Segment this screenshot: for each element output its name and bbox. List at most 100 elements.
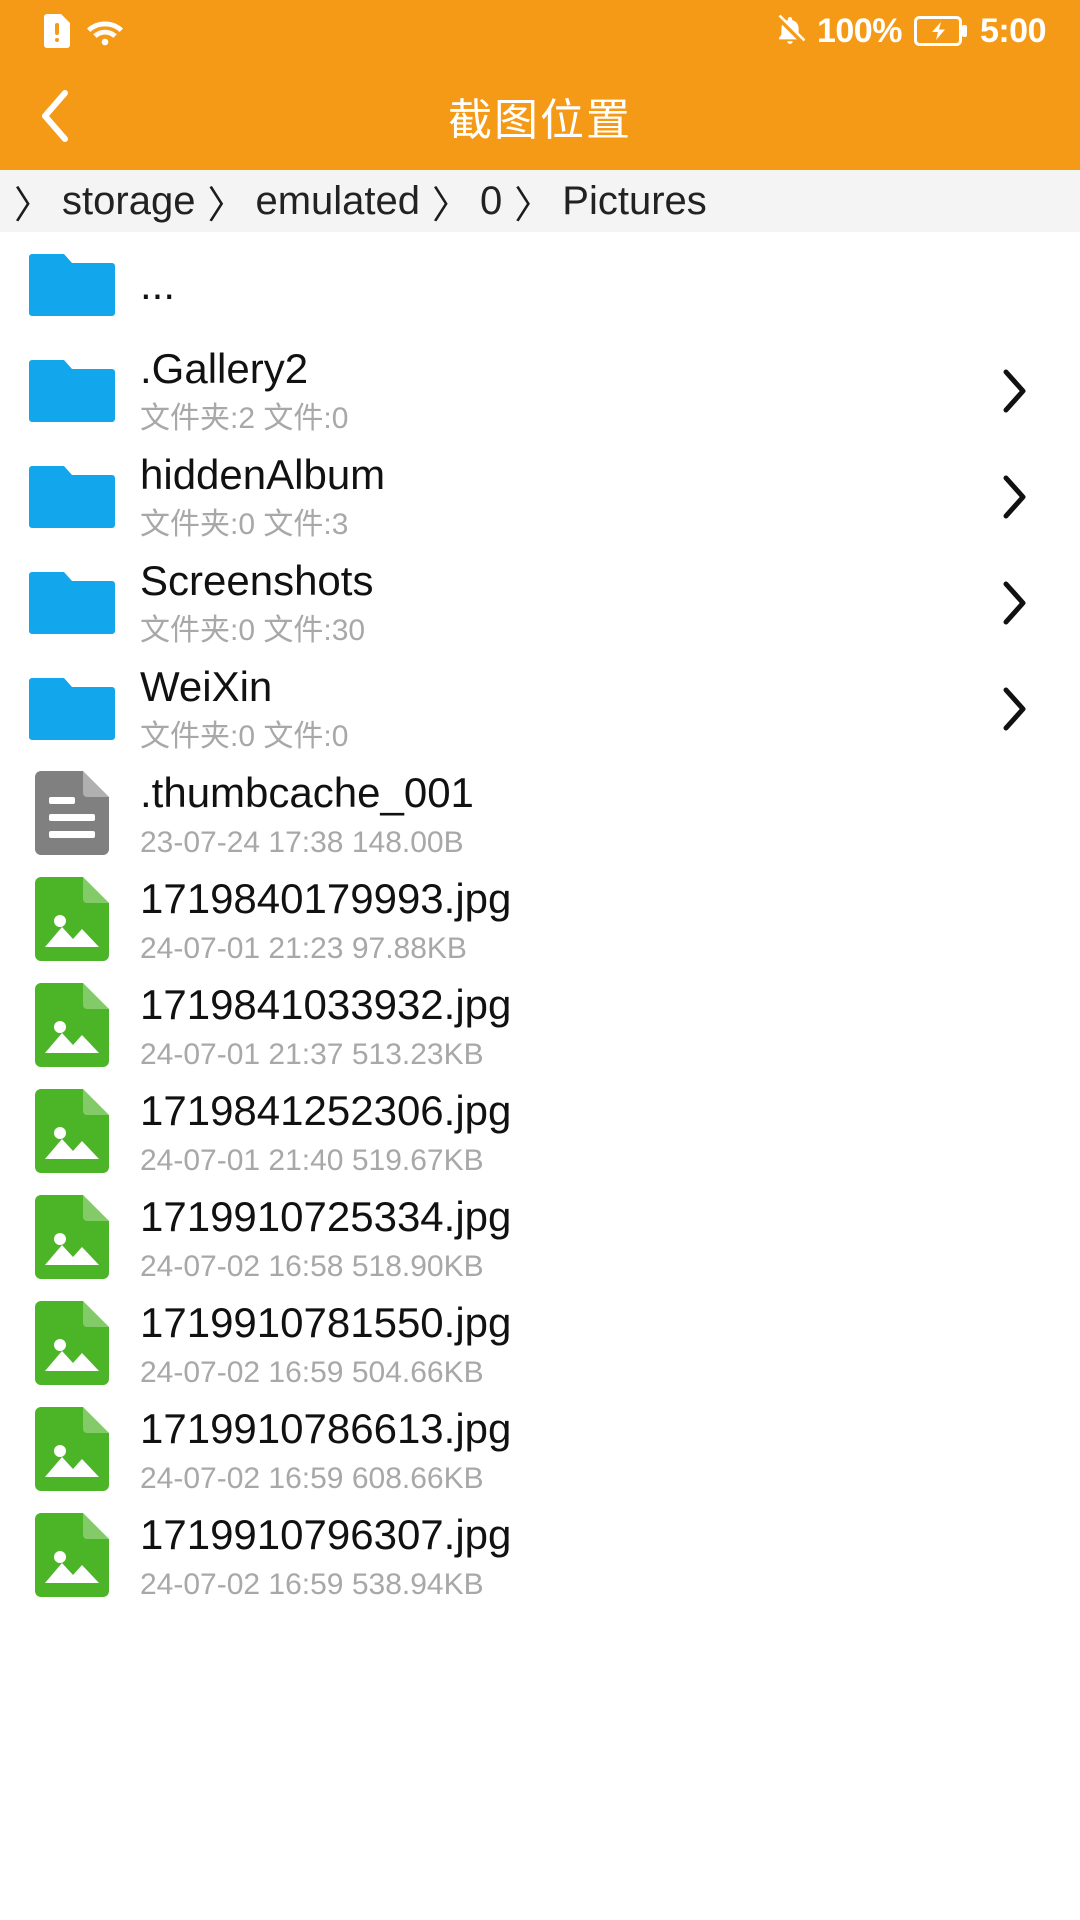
folder-icon xyxy=(29,568,115,639)
clock-label: 5:00 xyxy=(979,12,1047,50)
image-file-icon xyxy=(35,1512,109,1602)
list-item[interactable]: 1719841033932.jpg 24-07-01 21:37 513.23KB xyxy=(0,974,1080,1080)
list-item-name: 1719841033932.jpg xyxy=(140,983,512,1028)
document-file-icon xyxy=(35,770,109,860)
list-item-body: 1719841252306.jpg 24-07-01 21:40 519.67KB xyxy=(116,1089,990,1177)
status-bar: 100% 5:00 xyxy=(0,0,1080,62)
folder-icon xyxy=(29,674,115,745)
battery-charging-icon xyxy=(913,16,968,46)
list-item[interactable]: .thumbcache_001 23-07-24 17:38 148.00B xyxy=(0,762,1080,868)
list-item-name: 1719840179993.jpg xyxy=(140,877,512,922)
folder-icon xyxy=(29,250,115,321)
list-item-body: 1719910781550.jpg 24-07-02 16:59 504.66KB xyxy=(116,1301,990,1389)
list-item-name: 1719910725334.jpg xyxy=(140,1195,512,1240)
list-item[interactable]: 1719841252306.jpg 24-07-01 21:40 519.67KB xyxy=(0,1080,1080,1186)
list-item-icon xyxy=(28,770,116,855)
list-item-icon xyxy=(28,669,116,749)
list-item-name: Screenshots xyxy=(140,559,374,604)
list-item-icon xyxy=(28,245,116,325)
list-item-name: 1719910786613.jpg xyxy=(140,1407,512,1452)
list-item-meta: 24-07-02 16:59 504.66KB xyxy=(140,1355,484,1389)
bell-mute-icon xyxy=(775,14,805,48)
breadcrumb-separator-icon: 〉 xyxy=(432,184,471,227)
list-item-body: 1719840179993.jpg 24-07-01 21:23 97.88KB xyxy=(116,877,990,965)
file-list[interactable]: ... .Gallery2 文件夹:2 文件:0 hiddenAlbum 文件夹:0 文… xyxy=(0,232,1080,1920)
list-item-body: WeiXin 文件夹:0 文件:0 xyxy=(116,665,984,753)
list-item-icon xyxy=(28,876,116,961)
list-item-body: 1719841033932.jpg 24-07-01 21:37 513.23KB xyxy=(116,983,990,1071)
list-item[interactable]: ... xyxy=(0,232,1080,338)
list-item-meta: 24-07-02 16:59 608.66KB xyxy=(140,1461,484,1495)
breadcrumb-segment-0[interactable]: 0 xyxy=(480,179,502,224)
chevron-right-icon[interactable] xyxy=(984,467,1044,527)
chevron-right-icon[interactable] xyxy=(984,361,1044,421)
page-title: 截图位置 xyxy=(448,96,632,145)
list-item-icon xyxy=(28,1300,116,1385)
folder-icon xyxy=(29,462,115,533)
list-item[interactable]: 1719910725334.jpg 24-07-02 16:58 518.90KB xyxy=(0,1186,1080,1292)
list-item-meta: 24-07-01 21:23 97.88KB xyxy=(140,931,467,965)
list-item-body: ... xyxy=(116,263,990,308)
list-item-name: .Gallery2 xyxy=(140,347,309,392)
list-item-meta: 文件夹:2 文件:0 xyxy=(140,401,349,435)
back-chevron-icon xyxy=(38,88,72,144)
list-item-icon xyxy=(28,982,116,1067)
breadcrumb-separator-icon: 〉 xyxy=(207,184,246,227)
list-item-name: 1719910796307.jpg xyxy=(140,1513,512,1558)
list-item-icon xyxy=(28,1512,116,1597)
breadcrumb-segment-emulated[interactable]: emulated xyxy=(255,179,420,224)
breadcrumb[interactable]: 〉 storage 〉 emulated 〉 0 〉 Pictures xyxy=(0,170,1080,232)
list-item[interactable]: hiddenAlbum 文件夹:0 文件:3 xyxy=(0,444,1080,550)
list-item-body: Screenshots 文件夹:0 文件:30 xyxy=(116,559,984,647)
list-item-name: hiddenAlbum xyxy=(140,453,386,498)
list-item-meta: 23-07-24 17:38 148.00B xyxy=(140,825,464,859)
chevron-right-icon[interactable] xyxy=(984,573,1044,633)
image-file-icon xyxy=(35,1088,109,1178)
list-item-body: hiddenAlbum 文件夹:0 文件:3 xyxy=(116,453,984,541)
app-bar: 截图位置 xyxy=(0,62,1080,170)
list-item-meta: 文件夹:0 文件:3 xyxy=(140,507,349,541)
list-item-name: WeiXin xyxy=(140,665,273,710)
list-item-body: 1719910786613.jpg 24-07-02 16:59 608.66KB xyxy=(116,1407,990,1495)
list-item-meta: 24-07-01 21:40 519.67KB xyxy=(140,1143,484,1177)
list-item-meta: 24-07-02 16:58 518.90KB xyxy=(140,1249,484,1283)
list-item-name: .thumbcache_001 xyxy=(140,771,474,816)
wifi-icon xyxy=(86,16,124,46)
battery-percent-label: 100% xyxy=(816,12,902,50)
list-item-body: 1719910725334.jpg 24-07-02 16:58 518.90KB xyxy=(116,1195,990,1283)
list-item[interactable]: .Gallery2 文件夹:2 文件:0 xyxy=(0,338,1080,444)
list-item-icon xyxy=(28,457,116,537)
back-button[interactable] xyxy=(0,62,110,170)
image-file-icon xyxy=(35,1300,109,1390)
list-item[interactable]: WeiXin 文件夹:0 文件:0 xyxy=(0,656,1080,762)
image-file-icon xyxy=(35,1406,109,1496)
status-bar-right-icons: 100% 5:00 xyxy=(775,12,1047,50)
list-item-body: .Gallery2 文件夹:2 文件:0 xyxy=(116,347,984,435)
breadcrumb-segment-storage[interactable]: storage xyxy=(62,179,195,224)
image-file-icon xyxy=(35,876,109,966)
list-item-body: .thumbcache_001 23-07-24 17:38 148.00B xyxy=(116,771,990,859)
list-item-meta: 24-07-01 21:37 513.23KB xyxy=(140,1037,484,1071)
list-item-icon xyxy=(28,563,116,643)
list-item[interactable]: 1719910781550.jpg 24-07-02 16:59 504.66KB xyxy=(0,1292,1080,1398)
list-item[interactable]: 1719910796307.jpg 24-07-02 16:59 538.94KB xyxy=(0,1504,1080,1610)
list-item[interactable]: Screenshots 文件夹:0 文件:30 xyxy=(0,550,1080,656)
list-item-name: 1719841252306.jpg xyxy=(140,1089,512,1134)
list-item-icon xyxy=(28,351,116,431)
list-item-name: 1719910781550.jpg xyxy=(140,1301,512,1346)
chevron-right-icon[interactable] xyxy=(984,679,1044,739)
sim-alert-icon xyxy=(44,14,70,48)
list-item-meta: 24-07-02 16:59 538.94KB xyxy=(140,1567,484,1601)
list-item-icon xyxy=(28,1088,116,1173)
image-file-icon xyxy=(35,1194,109,1284)
list-item[interactable]: 1719910786613.jpg 24-07-02 16:59 608.66KB xyxy=(0,1398,1080,1504)
list-item-body: 1719910796307.jpg 24-07-02 16:59 538.94KB xyxy=(116,1513,990,1601)
list-item-name: ... xyxy=(140,262,176,308)
list-item-icon xyxy=(28,1406,116,1491)
list-item-icon xyxy=(28,1194,116,1279)
list-item[interactable]: 1719840179993.jpg 24-07-01 21:23 97.88KB xyxy=(0,868,1080,974)
status-bar-left-icons xyxy=(44,14,124,48)
list-item-meta: 文件夹:0 文件:0 xyxy=(140,719,349,753)
breadcrumb-segment-pictures[interactable]: Pictures xyxy=(562,179,707,224)
breadcrumb-separator-icon: 〉 xyxy=(14,184,53,227)
